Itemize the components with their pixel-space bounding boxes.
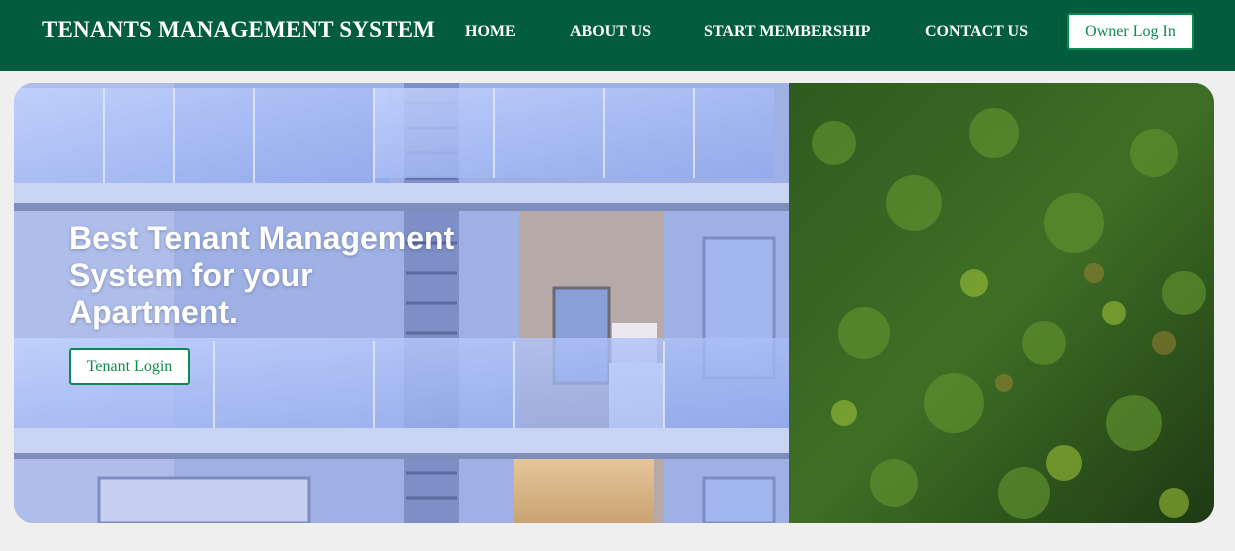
hero-heading: Best Tenant Management System for your A…	[69, 220, 455, 330]
hero-banner: Best Tenant Management System for your A…	[14, 83, 1214, 523]
owner-login-button[interactable]: Owner Log In	[1067, 13, 1194, 50]
nav-link-home[interactable]: HOME	[465, 23, 516, 41]
tenant-login-button[interactable]: Tenant Login	[69, 348, 190, 385]
nav-link-start-membership[interactable]: START MEMBERSHIP	[704, 23, 870, 41]
navbar: TENANTS MANAGEMENT SYSTEM HOME ABOUT US …	[0, 0, 1235, 71]
nav-link-about-us[interactable]: ABOUT US	[570, 23, 651, 41]
site-brand[interactable]: TENANTS MANAGEMENT SYSTEM	[42, 17, 435, 43]
nav-link-contact-us[interactable]: CONTACT US	[925, 23, 1028, 41]
